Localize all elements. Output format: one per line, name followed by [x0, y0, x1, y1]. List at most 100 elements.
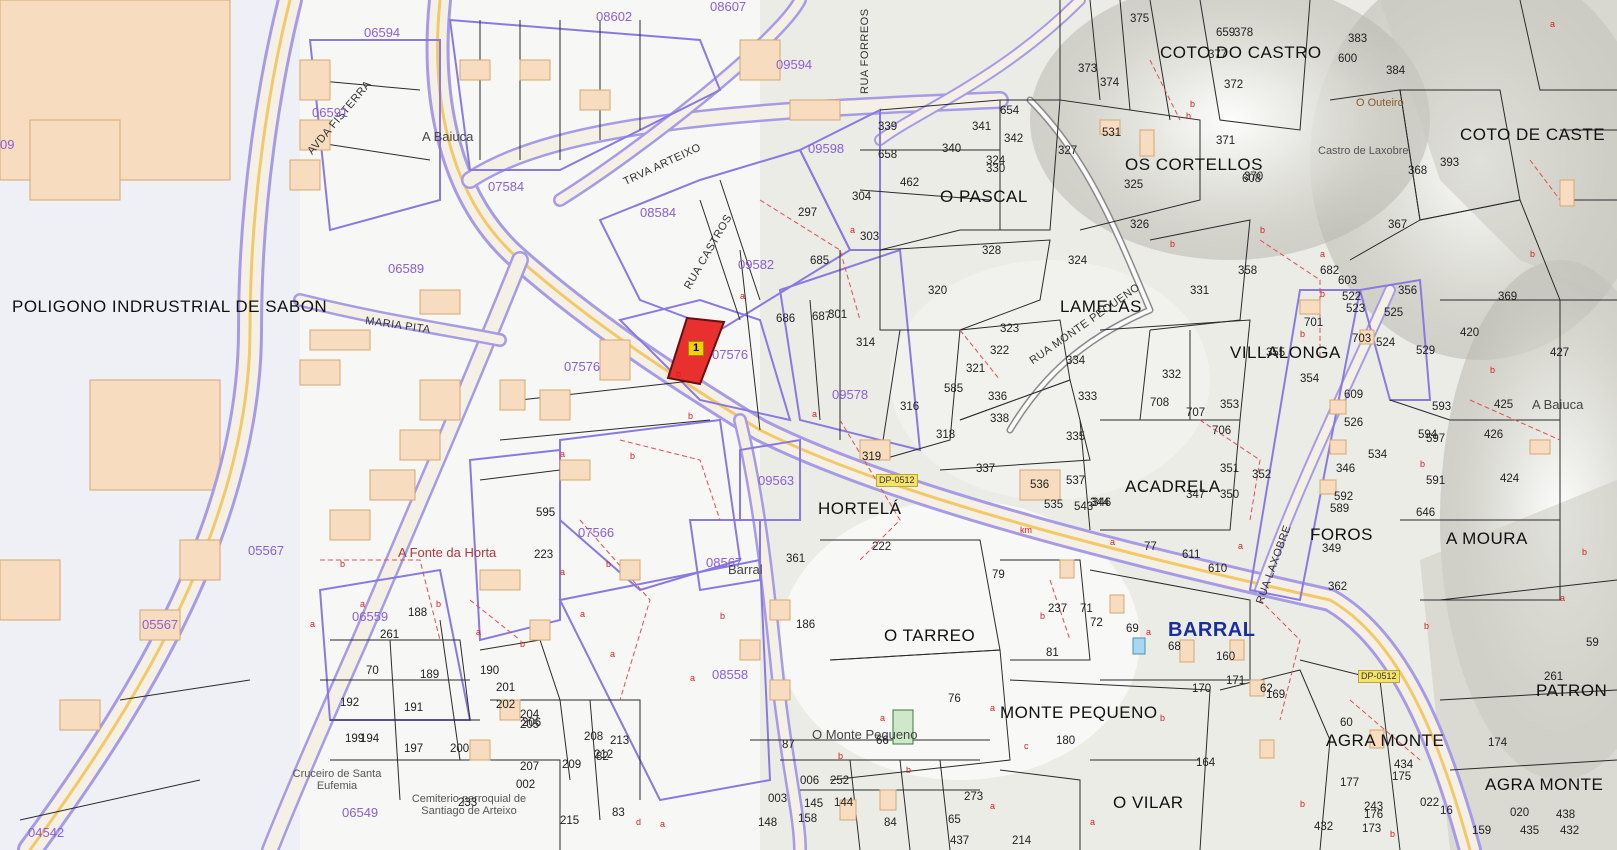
- parcel-number-label: 371: [1216, 135, 1236, 147]
- parcel-number-label: 349: [1322, 543, 1342, 555]
- parcel-number-label: 76: [948, 693, 961, 705]
- sub-parcel-letter: b: [1320, 289, 1326, 299]
- place-label: POLIGONO INDRUSTRIAL DE SABON: [12, 297, 328, 316]
- sub-parcel-letter: a: [580, 609, 586, 619]
- parcel-number-label: 321: [966, 363, 986, 375]
- map-canvas[interactable]: [0, 0, 1617, 850]
- parcel-number-label: 523: [1346, 303, 1366, 315]
- sector-code-label: 06589: [388, 261, 425, 276]
- parcel-number-label: 261: [1544, 671, 1564, 683]
- sub-parcel-letter: b: [906, 765, 912, 775]
- parcel-number-label: 427: [1550, 347, 1570, 359]
- place-label: OS CORTELLOS: [1125, 155, 1263, 174]
- parcel-number-label: 370: [1244, 171, 1264, 183]
- sub-parcel-letter: km: [1020, 525, 1032, 535]
- parcel-number-label: 214: [1012, 835, 1032, 847]
- parcel-number-label: 361: [786, 553, 806, 565]
- parcel-number-label: 462: [900, 177, 920, 189]
- parcel-number-label: 71: [1080, 603, 1093, 615]
- parcel-number-label: 303: [860, 231, 880, 243]
- place-label: O TARREO: [884, 626, 976, 645]
- parcel-number-label: 362: [1328, 581, 1348, 593]
- parcel-number-label: 213: [610, 735, 630, 747]
- sector-code-label: 04542: [28, 825, 65, 840]
- sector-code-label: 09594: [776, 57, 813, 72]
- parcel-number-label: 701: [1304, 317, 1324, 329]
- hamlet-label: O Monte Pequeno: [812, 727, 918, 742]
- parcel-number-label: 332: [1162, 369, 1182, 381]
- sector-code-label: 07576: [564, 359, 601, 374]
- parcel-number-label: 682: [1320, 265, 1340, 277]
- parcel-number-label: 374: [1100, 77, 1120, 89]
- parcel-number-label: 346: [1092, 497, 1112, 509]
- sector-code-label: 07566: [578, 525, 615, 540]
- parcel-number-label: 65: [948, 814, 961, 826]
- sector-code-label: 08607: [710, 0, 747, 14]
- parcel-number-label: 438: [1556, 809, 1576, 821]
- place-label: O VILAR: [1113, 793, 1184, 812]
- parcel-number-label: 173: [1362, 823, 1382, 835]
- sub-parcel-letter: d: [636, 817, 642, 827]
- parcel-number-label: 393: [1440, 157, 1460, 169]
- sector-code-label: 09598: [808, 141, 845, 156]
- parcel-number-label: 432: [1314, 821, 1334, 833]
- parcel-number-label: 243: [1364, 801, 1384, 813]
- parcel-number-label: 342: [1004, 133, 1024, 145]
- sub-parcel-letter: b: [1424, 621, 1430, 631]
- sub-parcel-letter: a: [610, 649, 616, 659]
- sub-parcel-letter: a: [1090, 817, 1096, 827]
- sector-code-label: 09582: [738, 257, 775, 272]
- parcel-number-label: 435: [1520, 825, 1540, 837]
- place-label: ACADRELA: [1125, 477, 1221, 496]
- parcel-number-label: 378: [1234, 27, 1254, 39]
- parcel-number-label: 70: [366, 665, 379, 677]
- parcel-number-label: 72: [1090, 617, 1103, 629]
- sub-parcel-letter: a: [560, 449, 566, 459]
- sector-code-label: 07576: [712, 347, 749, 362]
- sub-parcel-letter: a: [990, 801, 996, 811]
- sub-parcel-letter: a: [310, 619, 316, 629]
- parcel-number-label: 174: [1488, 737, 1508, 749]
- sub-parcel-letter: b: [1170, 239, 1176, 249]
- parcel-number-label: 535: [1044, 499, 1064, 511]
- sub-parcel-letter: b: [1390, 829, 1396, 839]
- parcel-number-label: 589: [1330, 503, 1350, 515]
- sub-parcel-letter: b: [1300, 799, 1306, 809]
- sub-parcel-letter: b: [520, 639, 526, 649]
- street-label: RUA FORREOS: [859, 8, 871, 94]
- parcel-number-label: 377: [1208, 49, 1228, 61]
- parcel-number-label: 426: [1484, 429, 1504, 441]
- parcel-number-label: 318: [936, 429, 956, 441]
- sub-parcel-letter: a: [1146, 627, 1152, 637]
- parcel-number-label: 158: [798, 813, 818, 825]
- selected-parcel-marker[interactable]: 1: [688, 341, 705, 356]
- parcel-number-label: 194: [360, 733, 380, 745]
- parcel-number-label: 82: [596, 751, 609, 763]
- sub-parcel-letter: a: [1110, 537, 1116, 547]
- parcel-number-label: 319: [862, 451, 882, 463]
- sub-parcel-letter: a: [990, 703, 996, 713]
- parcel-number-label: 175: [1392, 771, 1412, 783]
- road-number-tag: DP-0512: [876, 474, 918, 487]
- parcel-number-label: 335: [1066, 431, 1086, 443]
- parcel-number-label: 003: [768, 793, 788, 805]
- parcel-number-label: 593: [1432, 401, 1452, 413]
- place-label: AGRA MONTE: [1326, 731, 1445, 750]
- parcel-number-label: 353: [1220, 399, 1240, 411]
- parcel-number-label: 654: [1000, 105, 1020, 117]
- parcel-number-label: 340: [942, 143, 962, 155]
- sub-parcel-letter: a: [690, 673, 696, 683]
- parcel-number-label: 190: [480, 665, 500, 677]
- parcel-number-label: 686: [776, 313, 796, 325]
- parcel-number-label: 200: [450, 743, 470, 755]
- cadastral-map[interactable]: POLIGONO INDRUSTRIAL DE SABON COTO DO CA…: [0, 0, 1617, 850]
- parcel-number-label: 383: [1348, 33, 1368, 45]
- sub-parcel-letter: b: [606, 559, 612, 569]
- sector-code-label: 08567: [706, 555, 743, 570]
- parcel-number-label: 534: [1368, 449, 1388, 461]
- parcel-number-label: 261: [380, 629, 400, 641]
- sub-parcel-letter: b: [688, 411, 694, 421]
- parcel-number-label: 595: [536, 507, 556, 519]
- sub-parcel-letter: b: [1160, 713, 1166, 723]
- parcel-number-label: 526: [1344, 417, 1364, 429]
